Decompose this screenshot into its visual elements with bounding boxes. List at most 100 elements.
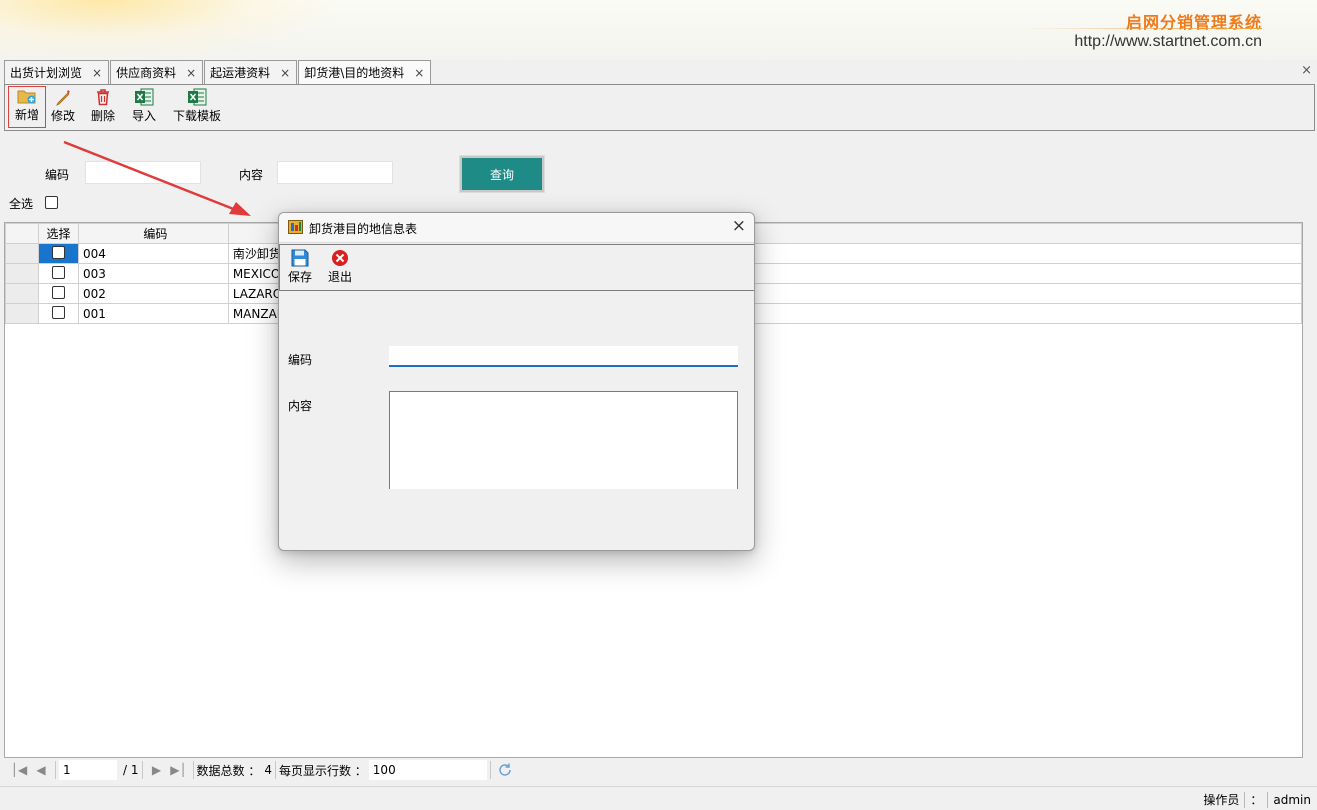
dialog-toolbar: 保存 退出 bbox=[279, 244, 754, 291]
row-header[interactable] bbox=[5, 263, 39, 284]
cell-code[interactable]: 003 bbox=[77, 263, 229, 284]
tab-loading-port[interactable]: 起运港资料 × bbox=[204, 60, 298, 84]
import-label: 导入 bbox=[131, 109, 156, 123]
header-decoration bbox=[0, 0, 340, 58]
operator-label: 操作员 bbox=[1203, 793, 1240, 807]
close-all-tabs-icon[interactable]: × bbox=[1301, 63, 1312, 78]
edit-button[interactable]: 修改 bbox=[48, 86, 78, 128]
row-checkbox[interactable] bbox=[51, 245, 65, 259]
cell-code[interactable]: 004 bbox=[77, 243, 229, 264]
row-header[interactable] bbox=[5, 283, 39, 304]
save-label: 保存 bbox=[287, 270, 312, 284]
column-header-code[interactable]: 编码 bbox=[77, 223, 229, 244]
total-count-label: 数据总数 ： bbox=[196, 763, 261, 778]
pager-divider bbox=[141, 761, 143, 779]
tab-discharge-port[interactable]: 卸货港\目的地资料 × bbox=[298, 60, 432, 84]
page-size-label: 每页显示行数 ： bbox=[278, 763, 367, 778]
add-label: 新增 bbox=[14, 108, 39, 122]
delete-label: 删除 bbox=[90, 109, 115, 123]
tab-label: 出货计划浏览 bbox=[10, 66, 83, 80]
row-checkbox[interactable] bbox=[51, 305, 65, 319]
tab-supplier[interactable]: 供应商资料 × bbox=[110, 60, 204, 84]
row-select-cell[interactable] bbox=[37, 243, 79, 264]
dialog-code-input[interactable] bbox=[389, 346, 738, 367]
pager-divider bbox=[274, 761, 276, 779]
select-all-checkbox[interactable] bbox=[45, 196, 58, 209]
row-header-corner bbox=[5, 223, 39, 244]
column-header-select[interactable]: 选择 bbox=[37, 223, 79, 244]
save-button[interactable]: 保存 bbox=[285, 247, 315, 289]
tab-close-icon[interactable]: × bbox=[414, 66, 424, 80]
operator-info: 操作员 ： admin bbox=[1203, 791, 1311, 808]
tab-label: 供应商资料 bbox=[116, 66, 177, 80]
row-header[interactable] bbox=[5, 303, 39, 324]
row-checkbox[interactable] bbox=[51, 285, 65, 299]
tab-close-icon[interactable]: × bbox=[186, 66, 196, 80]
row-select-cell[interactable] bbox=[37, 303, 79, 324]
document-tabs: 出货计划浏览 × 供应商资料 × 起运港资料 × 卸货港\目的地资料 × bbox=[4, 60, 432, 84]
cell-code[interactable]: 002 bbox=[77, 283, 229, 304]
status-divider bbox=[1267, 791, 1269, 808]
current-page-input[interactable]: 1 bbox=[59, 760, 117, 780]
pager-divider bbox=[55, 761, 56, 779]
operator-colon: ： bbox=[1250, 793, 1263, 807]
code-filter-input[interactable] bbox=[85, 161, 201, 184]
row-select-cell[interactable] bbox=[37, 263, 79, 284]
app-icon bbox=[288, 220, 303, 234]
tab-label: 卸货港\目的地资料 bbox=[304, 66, 405, 80]
save-icon bbox=[291, 249, 309, 267]
tab-label: 起运港资料 bbox=[210, 66, 271, 80]
download-template-button[interactable]: 下载模板 bbox=[169, 86, 225, 128]
dialog-content-label: 内容 bbox=[288, 399, 313, 413]
dialog-close-button[interactable]: × bbox=[732, 216, 746, 236]
query-button[interactable]: 查询 bbox=[459, 155, 545, 193]
dialog-title: 卸货港目的地信息表 bbox=[309, 222, 418, 236]
status-bar: 操作员 ： admin bbox=[0, 786, 1317, 810]
exit-icon bbox=[332, 250, 348, 266]
system-title: 启网分销管理系统 bbox=[1125, 13, 1262, 32]
next-page-icon[interactable]: ▶ bbox=[146, 763, 168, 777]
pencil-icon bbox=[56, 90, 70, 106]
grid-pager: │◀ ◀ 1 / 1 ▶ ▶│ 数据总数 ： 4 每页显示行数 ： 100 bbox=[4, 758, 1315, 782]
refresh-icon[interactable] bbox=[497, 762, 513, 778]
dialog-titlebar[interactable]: 卸货港目的地信息表 × bbox=[279, 213, 754, 243]
code-filter-label: 编码 bbox=[45, 168, 70, 182]
system-url: http://www.startnet.com.cn bbox=[1074, 33, 1262, 50]
row-select-cell[interactable] bbox=[37, 283, 79, 304]
row-checkbox[interactable] bbox=[51, 265, 65, 279]
dialog-content-textarea[interactable] bbox=[389, 391, 738, 489]
status-divider bbox=[1244, 791, 1246, 808]
first-page-icon[interactable]: │◀ bbox=[8, 763, 30, 777]
select-all-label: 全选 bbox=[9, 197, 34, 211]
total-count-value: 4 bbox=[264, 763, 272, 777]
tab-close-icon[interactable]: × bbox=[92, 66, 102, 80]
add-button[interactable]: 新增 bbox=[8, 86, 46, 128]
cell-code[interactable]: 001 bbox=[77, 303, 229, 324]
page-size-input[interactable]: 100 bbox=[368, 760, 487, 780]
exit-label: 退出 bbox=[327, 270, 352, 284]
dialog-code-label: 编码 bbox=[288, 353, 313, 367]
add-folder-icon bbox=[17, 90, 36, 104]
import-button[interactable]: 导入 bbox=[129, 86, 159, 128]
pager-divider bbox=[192, 761, 194, 779]
edit-label: 修改 bbox=[50, 109, 75, 123]
operator-name: admin bbox=[1273, 792, 1311, 807]
row-header[interactable] bbox=[5, 243, 39, 264]
tab-close-icon[interactable]: × bbox=[280, 66, 290, 80]
prev-page-icon[interactable]: ◀ bbox=[30, 763, 52, 777]
last-page-icon[interactable]: ▶│ bbox=[168, 763, 190, 777]
trash-icon bbox=[97, 89, 109, 106]
main-toolbar: 新增 修改 删除 导入 下载模板 bbox=[4, 84, 1315, 131]
tab-shipment-plan[interactable]: 出货计划浏览 × bbox=[4, 60, 110, 84]
excel-download-icon bbox=[188, 88, 207, 106]
content-filter-label: 内容 bbox=[239, 168, 264, 182]
content-filter-input[interactable] bbox=[277, 161, 393, 184]
delete-button[interactable]: 删除 bbox=[88, 86, 118, 128]
app-header: 启网分销管理系统 http://www.startnet.com.cn bbox=[0, 0, 1317, 60]
download-template-label: 下载模板 bbox=[172, 109, 221, 123]
exit-button[interactable]: 退出 bbox=[325, 247, 355, 289]
excel-import-icon bbox=[135, 88, 154, 106]
port-info-dialog: 卸货港目的地信息表 × 保存 退出 编码 内容 bbox=[278, 212, 755, 551]
total-pages: / 1 bbox=[123, 763, 139, 777]
pager-divider bbox=[489, 761, 491, 779]
